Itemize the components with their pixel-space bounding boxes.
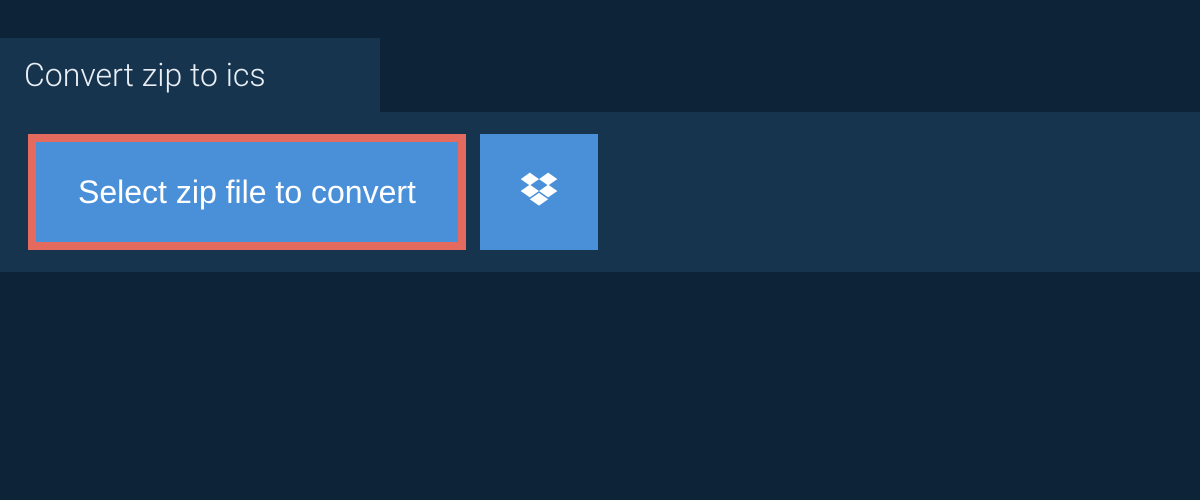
select-file-label: Select zip file to convert (78, 174, 416, 211)
dropbox-icon (517, 169, 561, 216)
tab-header: Convert zip to ics (0, 38, 380, 112)
tab-title: Convert zip to ics (24, 56, 266, 94)
upload-section: Select zip file to convert (0, 112, 1200, 272)
select-file-button[interactable]: Select zip file to convert (28, 134, 466, 250)
dropbox-button[interactable] (480, 134, 598, 250)
